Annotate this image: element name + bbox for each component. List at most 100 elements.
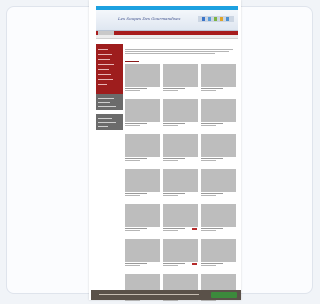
recipe-tile[interactable]: [163, 239, 198, 269]
recipe-caption[interactable]: [201, 228, 223, 229]
recipe-image[interactable]: [125, 99, 160, 122]
recipe-caption[interactable]: [163, 158, 185, 159]
recipe-tile[interactable]: [125, 239, 160, 269]
sidebar-item[interactable]: [98, 49, 108, 50]
recipe-caption-line: [125, 195, 140, 196]
sidebar-item[interactable]: [98, 79, 113, 80]
recipe-caption-line: [201, 160, 216, 161]
recipe-caption[interactable]: [201, 88, 223, 89]
recipe-caption-line: [125, 125, 140, 126]
recipe-tile[interactable]: [201, 169, 236, 199]
recipe-image[interactable]: [201, 64, 236, 87]
recipe-image[interactable]: [201, 239, 236, 262]
recipe-tile[interactable]: [125, 204, 160, 234]
recipe-caption-line: [163, 195, 178, 196]
recipe-caption-line: [125, 265, 140, 266]
intro-text-line: [125, 51, 229, 52]
recipe-image[interactable]: [125, 204, 160, 227]
recipe-caption[interactable]: [201, 193, 223, 194]
sidebar-item[interactable]: [98, 84, 107, 85]
recipe-caption-line: [163, 300, 178, 301]
sidebar-box: [96, 114, 123, 130]
recipe-tile[interactable]: [163, 169, 198, 199]
sidebar-item[interactable]: [98, 74, 111, 75]
recipe-caption[interactable]: [201, 158, 223, 159]
recipe-tile[interactable]: [201, 239, 236, 269]
recipe-tile[interactable]: [125, 99, 160, 129]
recipe-tile[interactable]: [201, 64, 236, 94]
recipe-image[interactable]: [125, 134, 160, 157]
sidebar-box-line: [98, 118, 112, 119]
recipe-tile[interactable]: [163, 134, 198, 164]
header-ad[interactable]: [198, 16, 234, 22]
recipe-caption[interactable]: [125, 193, 147, 194]
recipe-caption-line: [163, 160, 178, 161]
sidebar-box-line: [98, 98, 114, 99]
recipe-caption[interactable]: [163, 88, 185, 89]
recipe-caption-line: [201, 230, 216, 231]
recipe-image[interactable]: [163, 99, 198, 122]
recipe-image[interactable]: [201, 169, 236, 192]
recipe-tile[interactable]: [163, 99, 198, 129]
intro-text-line: [125, 53, 215, 54]
recipe-caption-line: [163, 125, 178, 126]
recipe-image[interactable]: [163, 134, 198, 157]
recipe-image[interactable]: [163, 64, 198, 87]
main-content: [125, 42, 237, 301]
recipe-image[interactable]: [201, 134, 236, 157]
recipe-caption-line: [163, 230, 178, 231]
recipe-tile[interactable]: [125, 169, 160, 199]
recipe-caption[interactable]: [163, 228, 185, 229]
sidebar-item[interactable]: [98, 69, 109, 70]
sidebar-box-line: [98, 102, 110, 103]
recipe-image[interactable]: [125, 169, 160, 192]
cookie-accept-button[interactable]: [211, 292, 237, 298]
recipe-caption-line: [201, 265, 216, 266]
recipe-caption-line: [163, 265, 178, 266]
cookie-banner: [91, 290, 241, 300]
recipe-caption-line: [125, 230, 140, 231]
sidebar-item[interactable]: [98, 54, 112, 55]
sidebar: [96, 44, 123, 300]
recipe-caption[interactable]: [201, 263, 223, 264]
sidebar-box: [96, 94, 123, 110]
recipe-image[interactable]: [201, 204, 236, 227]
site-logo[interactable]: Les Soupes Des Gourmandises: [118, 16, 180, 21]
recipe-image[interactable]: [125, 239, 160, 262]
sidebar-box-line: [98, 106, 116, 107]
recipe-image[interactable]: [163, 204, 198, 227]
recipe-caption-line: [125, 160, 140, 161]
sidebar-box-line: [98, 122, 116, 123]
recipe-caption-line: [201, 300, 216, 301]
recipe-tile[interactable]: [163, 204, 198, 234]
recipe-caption-line: [201, 90, 216, 91]
recipe-tag: [192, 228, 197, 230]
recipe-caption[interactable]: [163, 263, 185, 264]
recipe-caption-line: [163, 90, 178, 91]
section-label: [125, 61, 139, 62]
recipe-caption[interactable]: [125, 123, 147, 124]
sidebar-box-line: [98, 126, 108, 127]
recipe-caption[interactable]: [163, 193, 185, 194]
recipe-caption[interactable]: [201, 123, 223, 124]
recipe-image[interactable]: [125, 64, 160, 87]
intro-text-line: [125, 49, 233, 50]
cookie-text: [99, 294, 199, 295]
recipe-caption[interactable]: [125, 88, 147, 89]
recipe-image[interactable]: [163, 239, 198, 262]
recipe-tile[interactable]: [125, 64, 160, 94]
recipe-tile[interactable]: [201, 204, 236, 234]
recipe-tile[interactable]: [201, 134, 236, 164]
recipe-caption[interactable]: [163, 123, 185, 124]
recipe-caption[interactable]: [125, 263, 147, 264]
recipe-caption[interactable]: [125, 158, 147, 159]
recipe-tile[interactable]: [201, 99, 236, 129]
recipe-image[interactable]: [201, 99, 236, 122]
sidebar-item[interactable]: [98, 59, 110, 60]
sidebar-menu: [96, 44, 123, 94]
recipe-caption[interactable]: [125, 228, 147, 229]
recipe-tile[interactable]: [163, 64, 198, 94]
recipe-image[interactable]: [163, 169, 198, 192]
sidebar-item[interactable]: [98, 64, 114, 65]
recipe-tile[interactable]: [125, 134, 160, 164]
